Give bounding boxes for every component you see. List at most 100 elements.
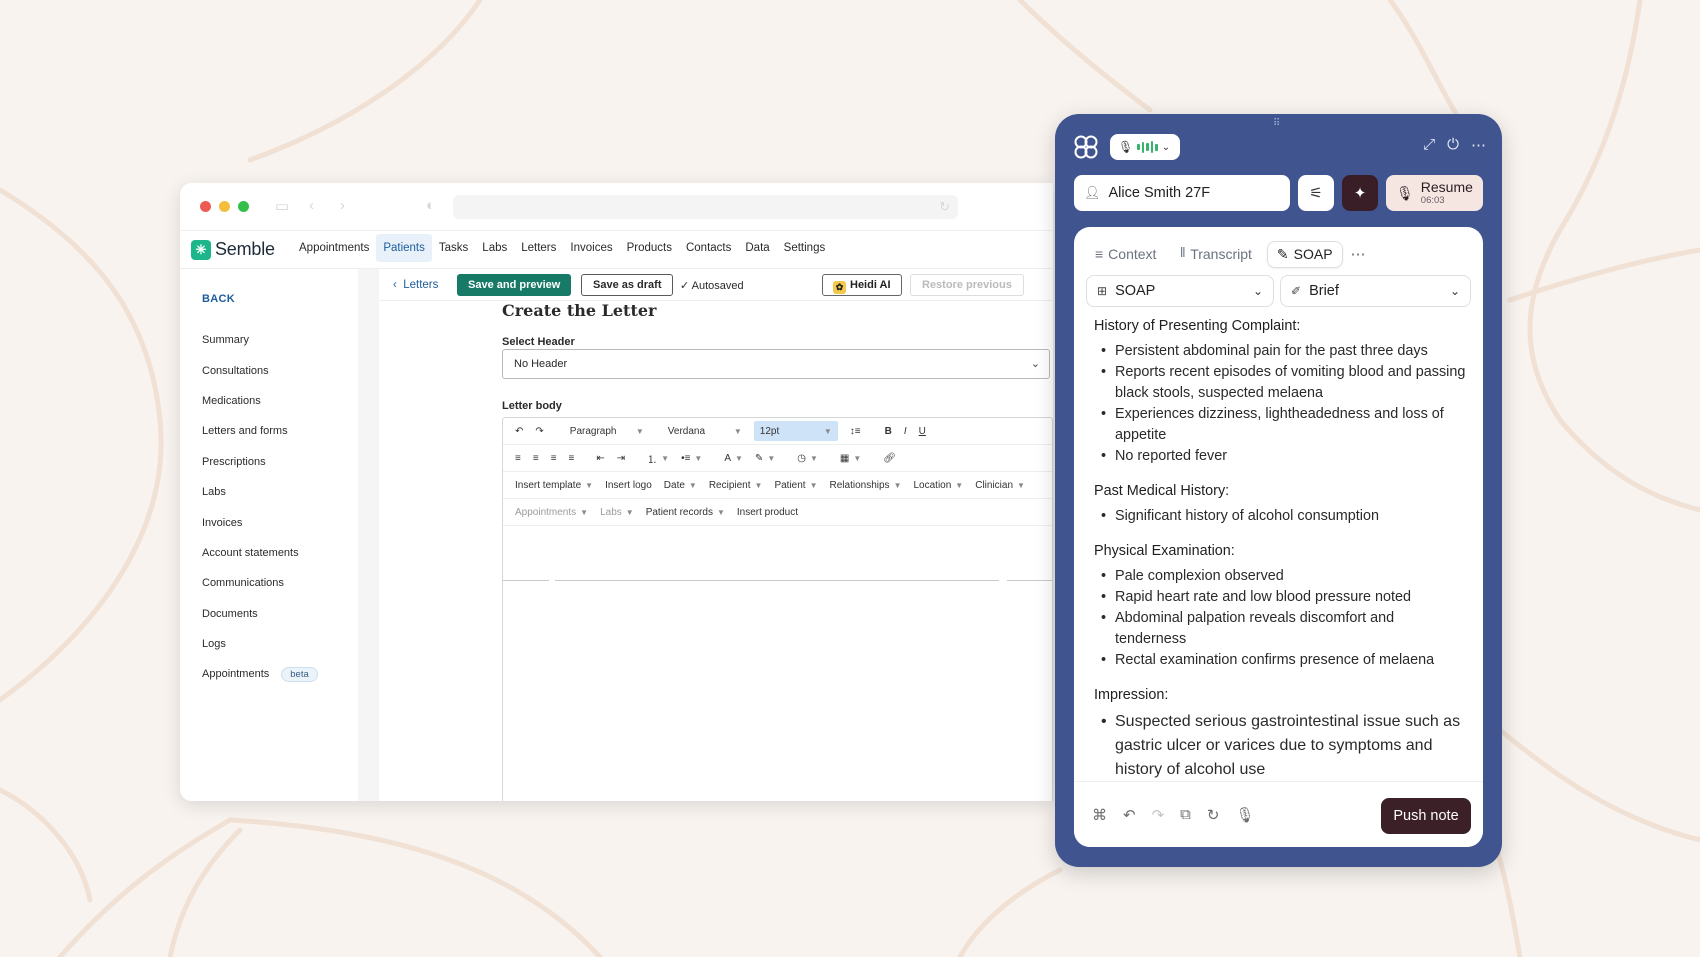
- forward-arrow-icon[interactable]: ›: [340, 197, 345, 214]
- date-menu[interactable]: Date ▼: [664, 480, 697, 491]
- tab-context[interactable]: ≡ Context: [1086, 242, 1165, 266]
- clinician-menu[interactable]: Clinician ▼: [975, 480, 1025, 491]
- maximize-window-button[interactable]: [238, 201, 249, 212]
- text-color-icon[interactable]: A ▼: [724, 453, 743, 464]
- style-select[interactable]: ✐ Brief ⌄: [1280, 275, 1471, 307]
- sidebar-item-prescriptions[interactable]: Prescriptions: [202, 447, 318, 477]
- menu-labs[interactable]: Labs: [475, 234, 514, 262]
- insert-logo-button[interactable]: Insert logo: [605, 480, 652, 491]
- align-left-icon[interactable]: ≡: [515, 453, 521, 464]
- push-note-button[interactable]: Push note: [1381, 798, 1471, 834]
- patient-menu[interactable]: Patient ▼: [774, 480, 817, 491]
- line-height-icon[interactable]: ↕≡: [850, 426, 861, 437]
- sidebar-item-labs[interactable]: Labs: [202, 477, 318, 507]
- location-menu[interactable]: Location ▼: [913, 480, 963, 491]
- font-size-select[interactable]: 12pt ▼: [753, 421, 838, 441]
- list-item: Suspected serious gastrointestinal issue…: [1094, 710, 1469, 782]
- paragraph-style-select[interactable]: Paragraph ▼: [564, 421, 650, 441]
- menu-settings[interactable]: Settings: [777, 234, 833, 262]
- menu-tasks[interactable]: Tasks: [432, 234, 475, 262]
- close-window-button[interactable]: [200, 201, 211, 212]
- patient-records-menu[interactable]: Patient records ▼: [646, 507, 725, 518]
- align-right-icon[interactable]: ≡: [551, 453, 557, 464]
- sidebar-item-consultations[interactable]: Consultations: [202, 355, 318, 385]
- table-icon[interactable]: ▦ ▼: [840, 453, 861, 464]
- relationships-menu[interactable]: Relationships ▼: [830, 480, 902, 491]
- undo-icon[interactable]: ↶: [515, 426, 523, 437]
- more-options-icon[interactable]: ⋯: [1471, 136, 1486, 154]
- sidebar-item-label: Summary: [202, 334, 250, 347]
- numbered-list-icon[interactable]: ⒈ ▼: [647, 451, 669, 466]
- more-tabs-icon[interactable]: ⋯: [1351, 245, 1366, 263]
- back-link[interactable]: BACK: [202, 293, 235, 305]
- drag-handle-icon[interactable]: ⠿: [1273, 118, 1281, 129]
- copy-icon[interactable]: ⧉: [1180, 806, 1191, 824]
- align-center-icon[interactable]: ≡: [533, 453, 539, 464]
- link-icon[interactable]: 🔗︎: [883, 453, 896, 464]
- menu-invoices[interactable]: Invoices: [563, 234, 619, 262]
- sidebar-toggle-icon[interactable]: ▭: [275, 197, 289, 215]
- rich-text-editor[interactable]: ↶ ↷ Paragraph ▼ Verdana ▼ 12pt ▼ ↕≡ B I U ≡…: [502, 417, 1053, 801]
- sidebar-item-invoices[interactable]: Invoices: [202, 507, 318, 537]
- align-justify-icon[interactable]: ≡: [569, 453, 575, 464]
- resume-button[interactable]: 🎙︎ Resume 06:03: [1386, 175, 1483, 211]
- italic-icon[interactable]: I: [904, 426, 907, 437]
- sidebar-item-communications[interactable]: Communications: [202, 568, 318, 598]
- editor-insert-row-2: Appointments ▼ Labs ▼ Patient records ▼ Ins…: [503, 499, 1052, 526]
- menu-products[interactable]: Products: [620, 234, 679, 262]
- bold-icon[interactable]: B: [885, 426, 892, 437]
- sidebar-item-medications[interactable]: Medications: [202, 386, 318, 416]
- underline-icon[interactable]: U: [919, 426, 926, 437]
- heidi-small-logo-icon[interactable]: ⌘: [1092, 806, 1107, 824]
- letters-breadcrumb[interactable]: ‹ Letters: [393, 279, 438, 291]
- template-select[interactable]: ⊞ SOAP ⌄: [1086, 275, 1274, 307]
- heidi-ai-button[interactable]: ✿ Heidi AI: [822, 274, 902, 296]
- recording-indicator[interactable]: 🎙︎ ⌄: [1110, 134, 1180, 160]
- highlight-icon[interactable]: ✎ ▼: [755, 453, 775, 464]
- sidebar-item-appointments[interactable]: Appointments beta: [202, 659, 318, 689]
- tab-transcript[interactable]: 𝍪 Transcript: [1171, 238, 1260, 270]
- menu-letters[interactable]: Letters: [514, 234, 563, 262]
- menu-appointments[interactable]: Appointments: [292, 234, 376, 262]
- outdent-icon[interactable]: ⇤: [596, 453, 604, 464]
- menu-data[interactable]: Data: [738, 234, 776, 262]
- tab-soap[interactable]: ✎ SOAP: [1266, 240, 1343, 268]
- reload-icon[interactable]: ↻: [939, 199, 950, 215]
- settings-sliders-button[interactable]: ⚟: [1298, 175, 1334, 211]
- header-select[interactable]: No Header ⌄: [502, 349, 1050, 379]
- font-family-select[interactable]: Verdana ▼: [662, 421, 748, 441]
- magic-wand-button[interactable]: ✦: [1342, 175, 1378, 211]
- patient-field[interactable]: 👤︎ Alice Smith 27F: [1074, 175, 1290, 211]
- sidebar-item-label: Communications: [202, 577, 284, 590]
- menu-contacts[interactable]: Contacts: [679, 234, 738, 262]
- bullet-list-icon[interactable]: •≡ ▼: [681, 453, 702, 464]
- insert-product-button[interactable]: Insert product: [737, 507, 798, 518]
- undo-icon[interactable]: ↶: [1123, 806, 1136, 824]
- power-icon[interactable]: ⏻: [1447, 136, 1459, 154]
- save-as-draft-button[interactable]: Save as draft: [581, 274, 674, 296]
- redo-icon[interactable]: ↷: [535, 426, 543, 437]
- redo-icon[interactable]: ↷: [1152, 806, 1165, 824]
- sidebar-item-logs[interactable]: Logs: [202, 629, 318, 659]
- sidebar-item-label: Documents: [202, 607, 258, 620]
- semble-logo[interactable]: ✳ Semble: [191, 239, 275, 260]
- clock-icon[interactable]: ◷ ▼: [797, 453, 818, 464]
- sidebar-item-documents[interactable]: Documents: [202, 599, 318, 629]
- refresh-icon[interactable]: ↻: [1207, 806, 1220, 824]
- sidebar-item-summary[interactable]: Summary: [202, 325, 318, 355]
- indent-icon[interactable]: ⇥: [617, 453, 625, 464]
- minimize-window-button[interactable]: [219, 201, 230, 212]
- recipient-menu[interactable]: Recipient ▼: [709, 480, 763, 491]
- labs-menu[interactable]: Labs ▼: [600, 507, 634, 518]
- insert-template-menu[interactable]: Insert template ▼: [515, 480, 593, 491]
- expand-icon[interactable]: ⤢: [1423, 136, 1435, 154]
- sidebar-item-letters-and-forms[interactable]: Letters and forms: [202, 416, 318, 446]
- microphone-icon[interactable]: 🎙︎: [1235, 806, 1254, 824]
- appointments-menu[interactable]: Appointments ▼: [515, 507, 588, 518]
- back-arrow-icon[interactable]: ‹: [309, 197, 314, 214]
- save-and-preview-button[interactable]: Save and preview: [457, 274, 572, 296]
- address-bar[interactable]: ↻: [453, 195, 958, 219]
- sidebar-item-account-statements[interactable]: Account statements: [202, 538, 318, 568]
- restore-previous-button[interactable]: Restore previous: [910, 274, 1024, 296]
- menu-patients[interactable]: Patients: [376, 234, 432, 262]
